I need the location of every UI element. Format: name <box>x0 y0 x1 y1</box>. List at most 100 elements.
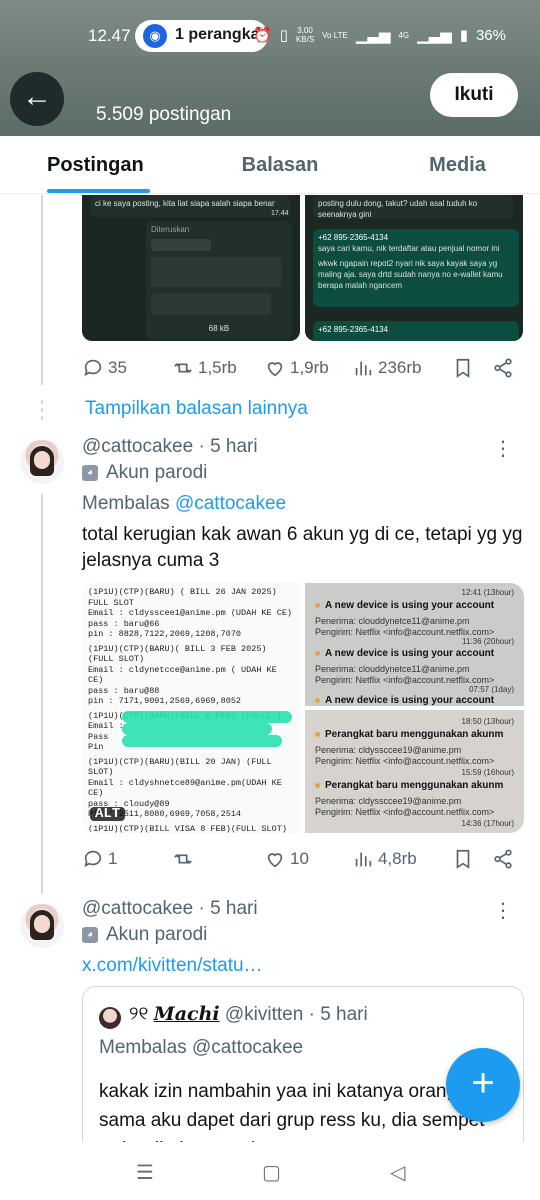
chat-bubble-out: +62 895-2365-4134 saya cari kamu, nik te… <box>313 229 519 307</box>
repost-button[interactable]: 1,5rb <box>172 357 264 379</box>
thread-line <box>41 195 43 385</box>
note-line: (1P1U)(CTP)(BILL VISA 8 FEB)(FULL SLOT) <box>88 823 287 834</box>
note-line: Email : cldyshnetce89@anime.pm(UDAH KE C… <box>88 777 282 799</box>
media-note-screenshot[interactable]: (1P1U)(CTP)(BARU) ( BILL 26 JAN 2025) FU… <box>82 583 301 833</box>
more-options-icon[interactable]: ⋮ <box>493 436 514 461</box>
signal-icon: ▁▃▅ <box>355 27 391 44</box>
views-button[interactable]: 236rb <box>352 357 452 379</box>
post-actions: 1 10 4,8rb <box>82 846 522 872</box>
reply-button[interactable]: 1 <box>82 848 172 870</box>
views-icon <box>355 852 372 867</box>
note-line: pass : baru@66 <box>88 618 160 629</box>
redaction-scribble <box>122 711 292 723</box>
tweet-text: total kerugian kak awan 6 akun yg di ce,… <box>82 524 523 571</box>
profile-header: ← 5.509 postingan Ikuti <box>0 56 540 136</box>
chat-bubble: posting dulu dong, takut? udah asal tudu… <box>313 195 513 219</box>
like-button[interactable]: 10 <box>264 848 352 870</box>
avatar[interactable] <box>20 904 64 948</box>
share-button[interactable] <box>492 848 514 870</box>
bookmark-icon <box>456 849 470 869</box>
show-more-replies-link[interactable]: Tampilkan balasan lainnya <box>85 398 308 420</box>
repost-icon <box>174 854 192 864</box>
back-nav-icon[interactable]: ◁ <box>390 1160 405 1185</box>
reply-context: Membalas @cattocakee <box>82 493 287 514</box>
chat-time: 17.44 <box>271 210 289 217</box>
share-icon <box>494 358 512 378</box>
repost-icon <box>174 363 192 373</box>
tweet-handle[interactable]: @cattocakee · 5 hari <box>82 898 258 920</box>
active-tab-indicator <box>47 189 150 193</box>
avatar[interactable] <box>20 440 64 484</box>
tab-postingan[interactable]: Postingan <box>0 136 185 193</box>
hotspot-label: 1 perangka <box>175 26 260 43</box>
redaction-scribble <box>122 723 272 735</box>
file-size: 68 kB <box>208 324 230 333</box>
volte-label: Vo LTE <box>322 30 348 40</box>
parody-label: ◕ Akun parodi <box>82 462 207 484</box>
wifi-icon: ◉ <box>143 24 167 48</box>
chat-screenshot-1[interactable]: ci ke saya posting, kita liat siapa sala… <box>82 195 300 341</box>
tab-balasan[interactable]: Balasan <box>185 136 375 193</box>
alarm-icon: ⏰ <box>252 27 272 44</box>
tab-media[interactable]: Media <box>375 136 540 193</box>
views-icon <box>355 361 372 376</box>
reply-icon <box>84 850 102 867</box>
hotspot-pill[interactable]: ◉ 1 perangka <box>135 20 268 52</box>
status-icons: ⏰ ▯ 3,00 KB/S Vo LTE ▁▃▅ 4G ▁▃▅ ▮ 36% <box>253 26 506 44</box>
like-button[interactable]: 1,9rb <box>264 357 352 379</box>
alt-badge[interactable]: ALT <box>90 806 126 821</box>
note-line: (1P1U)(CTP)(BARU)(BILL 20 JAN) (FULL SLO… <box>88 756 272 778</box>
heart-icon <box>267 853 283 868</box>
forwarded-bubble: Diteruskan 68 kB <box>146 221 292 339</box>
note-lines: (1P1U)(CTP)(BARU) ( BILL 26 JAN 2025) FU… <box>88 587 295 833</box>
more-options-icon[interactable]: ⋮ <box>493 898 514 923</box>
post-count: 5.509 postingan <box>96 104 232 125</box>
note-line: (1P1U)(CTP)(BARU)( BILL 3 FEB 2025) (FUL… <box>88 643 267 665</box>
note-line: Email : cldynetcce@anime.pm ( UDAH KE CE… <box>88 664 277 686</box>
media-notification-1[interactable]: 12:41 (13hour) A new device is using you… <box>305 583 524 706</box>
recent-apps-icon[interactable]: ☰ <box>136 1160 154 1185</box>
note-line: pass : baru@88 <box>88 685 160 696</box>
reply-button[interactable]: 35 <box>82 357 172 379</box>
views-button[interactable]: 4,8rb <box>352 848 452 870</box>
tweet-handle[interactable]: @cattocakee · 5 hari <box>82 436 258 458</box>
mask-icon: ◕ <box>82 465 98 481</box>
bookmark-icon <box>456 358 470 378</box>
repost-button[interactable] <box>172 848 264 870</box>
redaction-scribble <box>122 735 282 747</box>
mask-icon: ◕ <box>82 927 98 943</box>
bookmark-button[interactable] <box>452 848 492 870</box>
status-time: 12.47 <box>88 26 131 45</box>
back-button[interactable]: ← <box>10 72 64 126</box>
quote-avatar <box>99 1007 121 1029</box>
chat-screenshot-2[interactable]: posting dulu dong, takut? udah asal tudu… <box>305 195 523 341</box>
media-grid: (1P1U)(CTP)(BARU) ( BILL 26 JAN 2025) FU… <box>82 583 524 833</box>
reply-icon <box>84 359 102 376</box>
compose-button[interactable]: + <box>446 1048 520 1122</box>
network-type: 4G <box>398 30 410 40</box>
note-line: pin : 7171,9091,2569,6969,8052 <box>88 696 242 706</box>
signal-icon-2: ▁▃▅ <box>417 27 452 44</box>
follow-button[interactable]: Ikuti <box>430 73 518 117</box>
media-notification-2[interactable]: 18:50 (13hour) Perangkat baru menggunaka… <box>305 710 524 833</box>
net-speed: 3,00 KB/S <box>295 26 315 44</box>
chat-bubble: ci ke saya posting, kita liat siapa sala… <box>90 195 290 217</box>
status-link[interactable]: x.com/kivitten/statu… <box>82 955 263 977</box>
vibrate-icon: ▯ <box>279 27 288 44</box>
share-icon <box>494 849 512 869</box>
note-line: pin : 8828,7122,2069,1208,7070 <box>88 629 242 639</box>
bookmark-button[interactable] <box>452 357 492 379</box>
parody-label: ◕ Akun parodi <box>82 924 207 946</box>
note-line: Email : cldysscee1@anime.pm (UDAH KE CE) <box>88 608 293 618</box>
thread-line-dashed <box>41 400 43 424</box>
system-nav-bar: ☰ ▢ ◁ <box>0 1142 540 1200</box>
mention-link[interactable]: @cattocakee <box>175 493 286 514</box>
battery-icon: ▮ <box>459 27 468 44</box>
arrow-left-icon: ← <box>22 80 52 113</box>
note-line: (1P1U)(CTP)(BARU) ( BILL 26 JAN 2025) FU… <box>88 587 277 608</box>
battery-level: 36% <box>475 26 506 44</box>
home-icon[interactable]: ▢ <box>262 1160 281 1185</box>
share-button[interactable] <box>492 357 514 379</box>
heart-icon <box>267 362 283 377</box>
thread-line <box>41 494 43 894</box>
